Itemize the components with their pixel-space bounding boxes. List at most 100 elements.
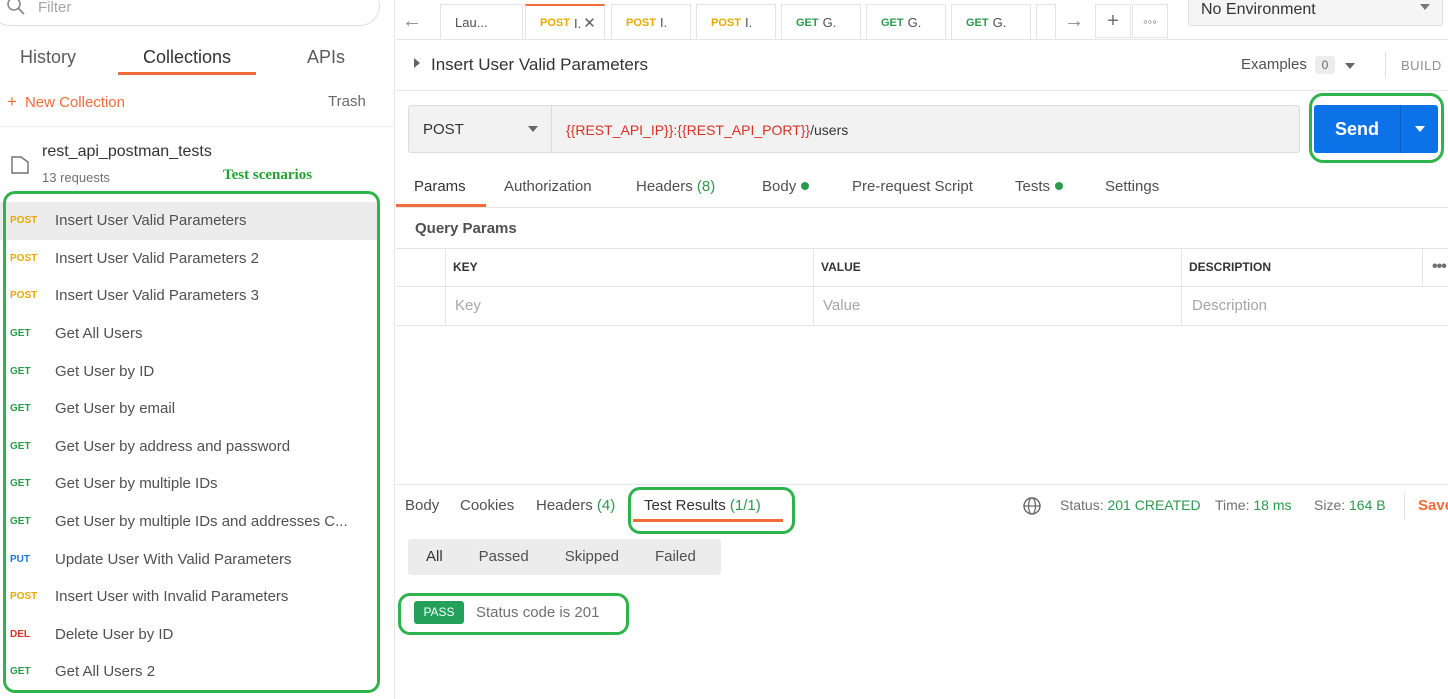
new-tab-button[interactable]: + — [1095, 4, 1131, 38]
status-dot-icon — [1055, 182, 1064, 190]
tab-method: POST — [626, 16, 656, 29]
globe-icon[interactable] — [1022, 496, 1042, 516]
filter-passed[interactable]: Passed — [461, 539, 547, 575]
highlight-box-requests — [3, 191, 380, 693]
environment-value: No Environment — [1201, 1, 1316, 18]
divider — [396, 90, 1448, 91]
tab-label: G. — [907, 15, 922, 30]
close-icon[interactable]: ✕ — [583, 14, 596, 32]
url-input[interactable]: {{REST_API_IP}}:{{REST_API_PORT}}/users — [551, 105, 1300, 153]
filter-skipped[interactable]: Skipped — [547, 539, 637, 575]
column-divider — [813, 248, 814, 326]
request-tab[interactable]: Lau... — [440, 4, 523, 40]
examples-button[interactable]: Examples — [1241, 56, 1307, 73]
tab-response-headers[interactable]: Headers (4) — [536, 497, 615, 514]
results-filter-group: All Passed Skipped Failed — [408, 539, 721, 575]
column-divider — [445, 248, 446, 326]
tab-history[interactable]: History — [20, 47, 76, 68]
status-readout[interactable]: Status: 201 CREATED — [1060, 497, 1201, 513]
request-tab[interactable]: POST I. — [611, 4, 691, 40]
tab-label: Lau... — [455, 15, 488, 30]
tab-prerequest-script[interactable]: Pre-request Script — [852, 178, 973, 195]
tab-cookies[interactable]: Cookies — [460, 497, 514, 514]
collection-name[interactable]: rest_api_postman_tests — [42, 143, 212, 161]
tab-options-button[interactable]: ◦◦◦ — [1132, 4, 1168, 38]
tab-body[interactable]: Body — [762, 178, 810, 195]
tab-label: Body — [762, 178, 797, 195]
column-divider — [1422, 248, 1423, 286]
tab-collections[interactable]: Collections — [143, 47, 231, 68]
column-header-key: KEY — [453, 260, 478, 274]
request-title[interactable]: Insert User Valid Parameters — [431, 55, 648, 75]
request-tab[interactable]: GET G. — [951, 4, 1031, 40]
tab-label: G. — [822, 15, 837, 30]
active-tab-indicator — [118, 72, 256, 75]
divider — [1404, 493, 1405, 519]
environment-select[interactable]: No Environment — [1188, 0, 1443, 26]
column-header-description: DESCRIPTION — [1189, 260, 1272, 274]
plus-icon: + — [1107, 9, 1119, 32]
filter-all[interactable]: All — [408, 539, 461, 575]
request-tab-active[interactable]: POST I. ✕ — [525, 4, 605, 40]
tab-label: G. — [992, 15, 1007, 30]
tab-label: I. — [573, 15, 582, 31]
status-value: 201 CREATED — [1107, 497, 1201, 513]
more-icon[interactable]: ••• — [1432, 258, 1447, 276]
divider — [396, 39, 1448, 40]
chevron-down-icon — [1420, 4, 1430, 10]
divider — [0, 126, 395, 127]
forward-arrow-icon[interactable]: → — [1064, 10, 1084, 33]
save-response-button[interactable]: Save — [1418, 497, 1448, 514]
tab-response-body[interactable]: Body — [405, 497, 439, 514]
time-readout[interactable]: Time: 18 ms — [1215, 497, 1292, 513]
time-label: Time: — [1215, 497, 1250, 513]
tab-label: I. — [659, 15, 668, 30]
build-button[interactable]: BUILD — [1401, 58, 1442, 73]
tab-method: POST — [711, 16, 741, 29]
time-value: 18 ms — [1253, 497, 1292, 513]
plus-icon: + — [7, 92, 17, 111]
tab-headers[interactable]: Headers (8) — [636, 178, 715, 195]
params-table — [396, 248, 1448, 326]
tab-tests[interactable]: Tests — [1015, 178, 1064, 195]
request-tab[interactable]: GET G. — [866, 4, 946, 40]
search-icon — [7, 0, 25, 15]
new-collection-label: New Collection — [24, 94, 125, 111]
divider — [1385, 52, 1386, 78]
tab-method: POST — [540, 17, 570, 29]
url-variable: {{REST_API_IP}} — [566, 122, 674, 138]
url-path: /users — [810, 122, 849, 138]
divider — [396, 484, 1448, 485]
column-divider — [1181, 248, 1182, 326]
request-tab[interactable]: GET G. — [781, 4, 861, 40]
divider — [396, 207, 1448, 208]
method-value: POST — [423, 121, 464, 138]
request-tab[interactable]: POST I. — [696, 4, 776, 40]
tab-method: GET — [796, 16, 819, 29]
tab-count: (8) — [696, 178, 716, 195]
tab-apis[interactable]: APIs — [307, 47, 345, 68]
value-input[interactable]: Value — [823, 297, 860, 314]
query-params-title: Query Params — [415, 220, 517, 237]
tab-settings[interactable]: Settings — [1105, 178, 1159, 195]
tab-params[interactable]: Params — [414, 178, 466, 195]
folder-icon — [11, 156, 29, 174]
tab-method: GET — [881, 16, 904, 29]
chevron-down-icon — [528, 126, 538, 132]
size-readout[interactable]: Size: 164 B — [1314, 497, 1386, 513]
new-collection-button[interactable]: + New Collection — [7, 92, 125, 112]
highlight-box-pass — [398, 593, 629, 635]
more-icon: ◦◦◦ — [1143, 13, 1157, 29]
filter-failed[interactable]: Failed — [637, 539, 714, 575]
request-tab[interactable] — [1036, 4, 1056, 40]
back-arrow-icon[interactable]: ← — [402, 10, 422, 33]
key-input[interactable]: Key — [455, 297, 481, 314]
caret-right-icon[interactable] — [414, 58, 420, 68]
chevron-down-icon[interactable] — [1345, 63, 1355, 69]
trash-button[interactable]: Trash — [328, 93, 366, 110]
table-row-divider — [396, 286, 1448, 287]
tab-authorization[interactable]: Authorization — [504, 178, 592, 195]
tab-count: (4) — [596, 497, 616, 514]
description-input[interactable]: Description — [1192, 297, 1267, 314]
annotation-label: Test scenarios — [223, 167, 313, 183]
